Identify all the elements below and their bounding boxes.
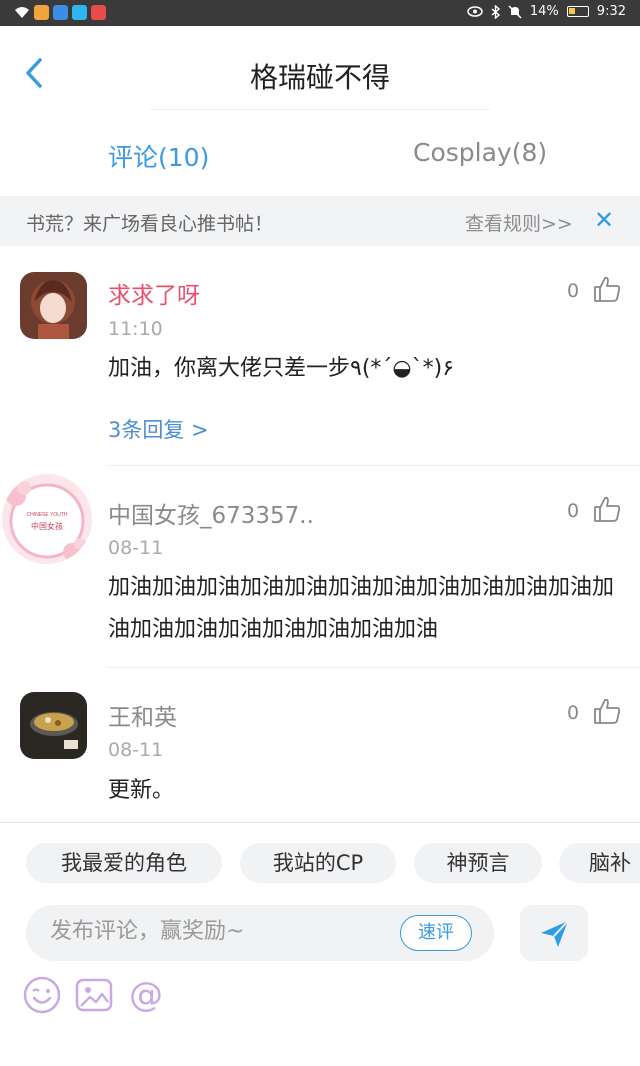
app-notification-icon — [72, 5, 87, 20]
quick-comment-button[interactable]: 速评 — [400, 915, 472, 951]
battery-percent: 14% — [529, 4, 559, 19]
page-title: 格瑞碰不得 — [249, 61, 390, 94]
comment-text: 更新。 — [108, 778, 175, 803]
comment-author[interactable]: 王和英 — [108, 698, 177, 732]
comment-author[interactable]: 求求了呀 — [108, 276, 200, 310]
status-bar: 14% 9:32 — [0, 0, 640, 26]
topic-chip[interactable]: 脑补 — [559, 843, 640, 883]
app-notification-icon — [91, 5, 106, 20]
send-button[interactable] — [520, 905, 588, 961]
comment-input-wrapper: 速评 — [26, 905, 494, 961]
app-notification-icon — [53, 5, 68, 20]
avatar-caption: CHINESE YOUTH — [26, 512, 67, 518]
like-count: 0 — [567, 702, 580, 724]
view-rules-link[interactable]: 查看规则>> — [465, 209, 573, 236]
avatar[interactable] — [20, 692, 87, 759]
close-icon[interactable]: ✕ — [594, 206, 614, 234]
svg-text:@: @ — [129, 975, 163, 1015]
topic-chip[interactable]: 我最爱的角色 — [26, 843, 222, 883]
emoji-icon[interactable] — [22, 975, 62, 1015]
comment-text: 加油，你离大佬只差一步٩(*´◒`*)۶ — [108, 356, 455, 381]
mute-icon — [508, 4, 522, 19]
comment-time: 11:10 — [108, 318, 163, 340]
comment-item: CHINESE YOUTH 中国女孩 中国女孩_673357.. 08-11 加… — [0, 466, 640, 668]
eye-icon — [467, 6, 483, 17]
comment-text: 加油加油加油加油加油加油加油加油加油加油加油加油加油加油加油加油加油加油加油 — [108, 575, 615, 642]
mention-icon[interactable]: @ — [126, 975, 166, 1015]
view-replies-link[interactable]: 3条回复 > — [108, 414, 209, 444]
avatar-caption: 中国女孩 — [31, 521, 63, 531]
comment-item: 求求了呀 11:10 加油，你离大佬只差一步٩(*´◒`*)۶ 3条回复 > 0 — [0, 248, 640, 466]
system-indicators: 14% 9:32 — [467, 4, 626, 19]
tab-bar: 评论(10) Cosplay(8) — [0, 112, 640, 196]
notification-icons — [14, 5, 106, 20]
battery-icon — [566, 6, 589, 17]
comment-time: 08-11 — [108, 739, 164, 761]
avatar[interactable] — [20, 272, 87, 339]
thumbs-up-icon[interactable] — [592, 696, 622, 726]
comment-time: 08-11 — [108, 537, 164, 559]
comment-author[interactable]: 中国女孩_673357.. — [108, 496, 314, 530]
header-divider — [150, 109, 490, 110]
clock: 9:32 — [596, 4, 626, 19]
thumbs-up-icon[interactable] — [592, 494, 622, 524]
topic-chip[interactable]: 神预言 — [414, 843, 542, 883]
bluetooth-icon — [491, 4, 500, 19]
like-count: 0 — [567, 280, 580, 302]
send-icon — [541, 920, 569, 947]
comment-item: 王和英 08-11 更新。 0 — [0, 668, 640, 822]
header: 格瑞碰不得 — [0, 26, 640, 110]
notice-text: 书荒？来广场看良心推书帖！ — [26, 213, 274, 235]
image-icon[interactable] — [74, 975, 114, 1015]
comment-input[interactable] — [50, 919, 390, 944]
thumbs-up-icon[interactable] — [592, 274, 622, 304]
wifi-icon — [15, 7, 29, 18]
topic-chip[interactable]: 我站的CP — [240, 843, 396, 883]
like-count: 0 — [567, 500, 580, 522]
comment-composer: 我最爱的角色 我站的CP 神预言 脑补 速评 @ — [0, 822, 640, 1066]
tab-comments[interactable]: 评论(10) — [108, 138, 209, 174]
avatar[interactable]: CHINESE YOUTH 中国女孩 — [2, 474, 92, 564]
notice-banner: 书荒？来广场看良心推书帖！ 查看规则>> ✕ — [0, 196, 640, 246]
tab-cosplay[interactable]: Cosplay(8) — [413, 138, 547, 167]
app-notification-icon — [34, 5, 49, 20]
